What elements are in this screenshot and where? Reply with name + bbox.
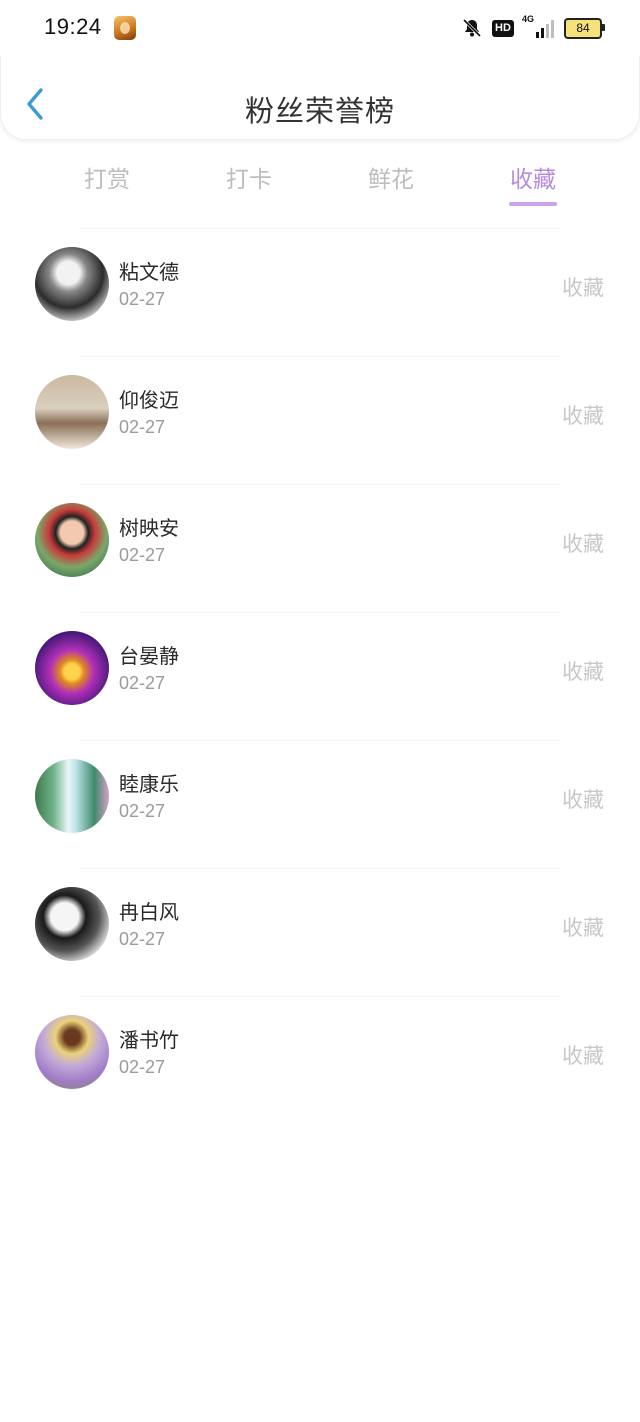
- tab-bar: 打赏 打卡 鲜花 收藏: [0, 150, 640, 210]
- status-time: 19:24: [44, 14, 102, 39]
- list-item[interactable]: 树映安 02-27 收藏: [0, 484, 640, 612]
- user-name: 树映安: [119, 516, 179, 540]
- action-label: 收藏: [562, 788, 604, 812]
- list-date: 02-27: [119, 801, 166, 821]
- avatar: [35, 1015, 109, 1089]
- nav-header: 粉丝荣誉榜: [0, 56, 640, 140]
- hd-badge: HD: [492, 19, 514, 37]
- tab-reward[interactable]: 打赏: [67, 160, 147, 194]
- tab-flowers[interactable]: 鲜花: [351, 160, 431, 194]
- action-label: 收藏: [562, 276, 604, 300]
- list-item[interactable]: 睦康乐 02-27 收藏: [0, 740, 640, 868]
- list-date: 02-27: [119, 545, 166, 565]
- active-tab-indicator: [509, 202, 557, 206]
- tab-favorites[interactable]: 收藏: [493, 160, 573, 194]
- action-label: 收藏: [562, 660, 604, 684]
- avatar: [35, 631, 109, 705]
- app-notification-icon: [114, 16, 136, 40]
- avatar: [35, 759, 109, 833]
- list-date: 02-27: [119, 417, 166, 437]
- avatar: [35, 375, 109, 449]
- user-name: 仰俊迈: [119, 388, 179, 412]
- user-name: 台晏静: [119, 644, 179, 668]
- list-item[interactable]: 冉白风 02-27 收藏: [0, 868, 640, 996]
- action-label: 收藏: [562, 916, 604, 940]
- avatar: [35, 503, 109, 577]
- status-icons: HD 4G 84: [462, 14, 605, 39]
- battery-icon: 84: [564, 17, 605, 39]
- avatar: [35, 247, 109, 321]
- user-name: 睦康乐: [119, 772, 179, 796]
- tab-checkin[interactable]: 打卡: [209, 160, 289, 194]
- action-label: 收藏: [562, 1044, 604, 1068]
- list-date: 02-27: [119, 929, 166, 949]
- list-date: 02-27: [119, 1057, 166, 1077]
- page-title: 粉丝荣誉榜: [244, 94, 395, 128]
- list-date: 02-27: [119, 673, 166, 693]
- list-item[interactable]: 仰俊迈 02-27 收藏: [0, 356, 640, 484]
- action-label: 收藏: [562, 532, 604, 556]
- user-name: 粘文德: [119, 260, 179, 284]
- mute-bell-icon: [462, 18, 482, 38]
- signal-icon: 4G: [522, 14, 554, 38]
- user-name: 潘书竹: [119, 1028, 179, 1052]
- list-item[interactable]: 粘文德 02-27 收藏: [0, 228, 640, 356]
- action-label: 收藏: [562, 404, 604, 428]
- network-type: 4G: [522, 14, 535, 24]
- list-date: 02-27: [119, 289, 166, 309]
- list-item[interactable]: 台晏静 02-27 收藏: [0, 612, 640, 740]
- list-item[interactable]: 潘书竹 02-27 收藏: [0, 996, 640, 1124]
- status-bar: 19:24 HD 4G 84: [0, 0, 640, 56]
- avatar: [35, 887, 109, 961]
- user-name: 冉白风: [119, 900, 179, 924]
